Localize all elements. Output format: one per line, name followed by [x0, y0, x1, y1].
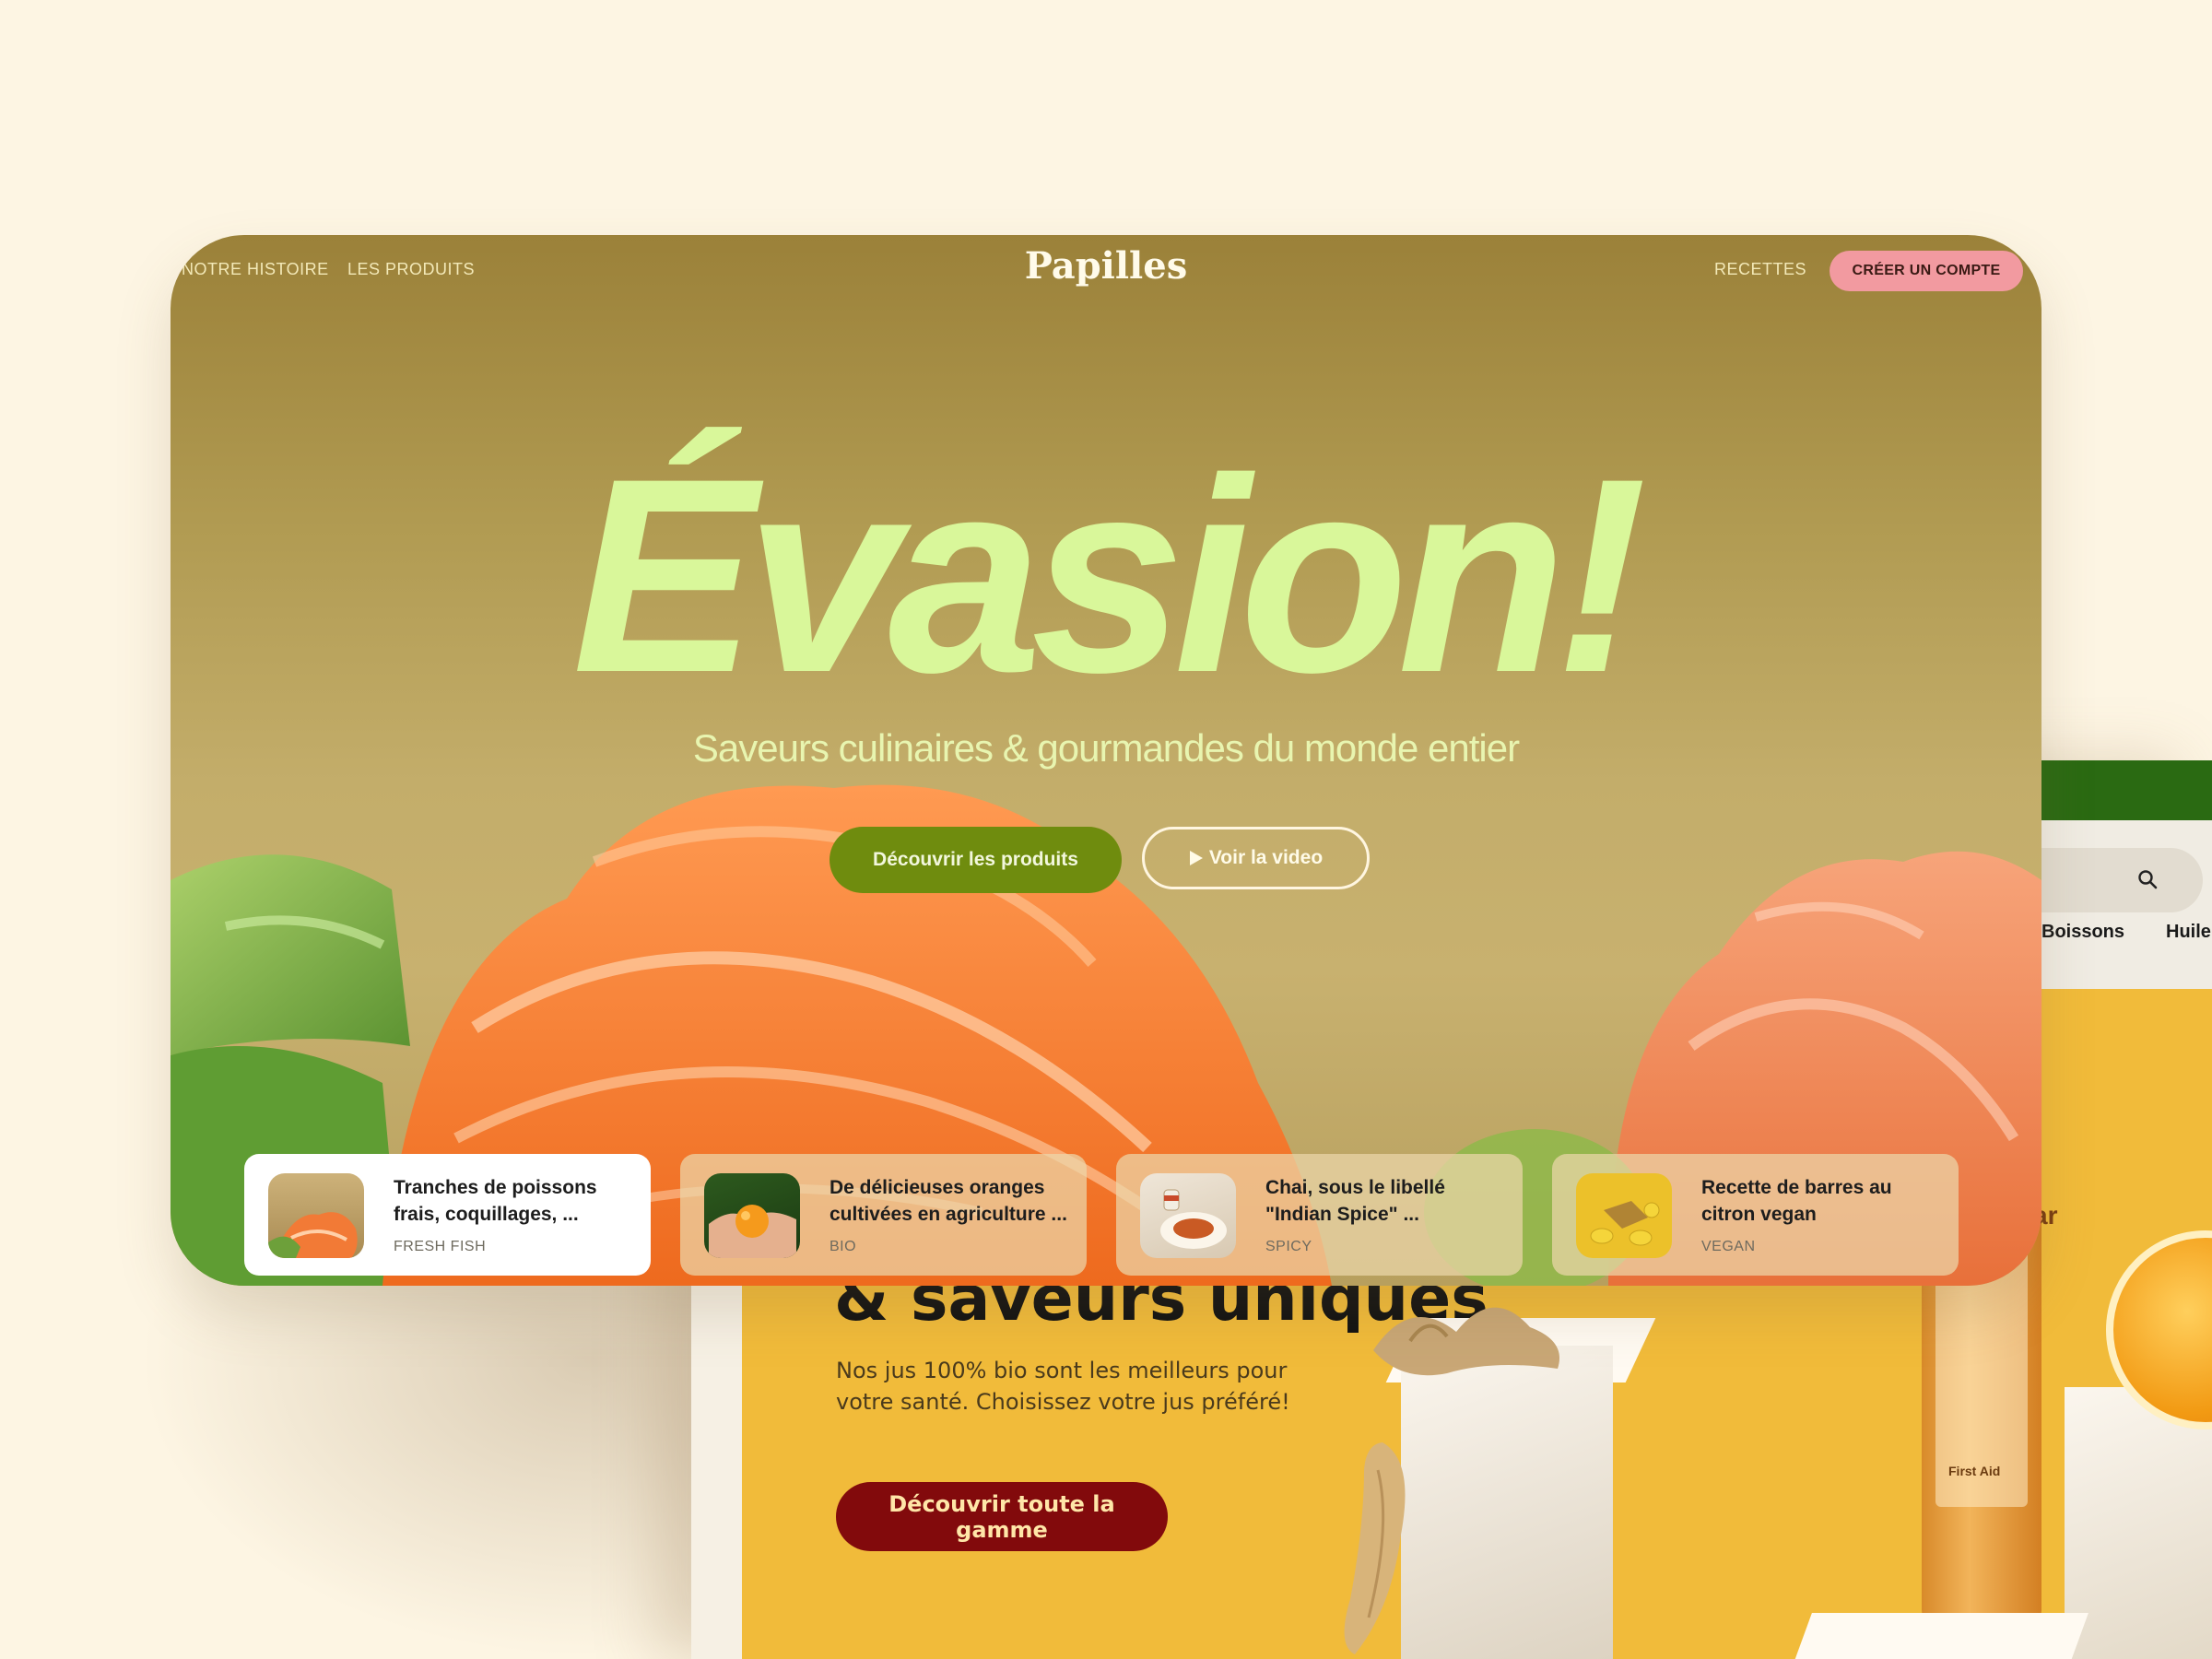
create-account-button[interactable]: CRÉER UN COMPTE: [1830, 251, 2023, 291]
orange-hands-image: [709, 1205, 796, 1258]
card-tag: VEGAN: [1701, 1239, 1756, 1254]
hero-headline-text: Évasion!: [572, 424, 1646, 700]
background-category-huile[interactable]: Huile: [2166, 922, 2211, 943]
fresh-fish-thumbnail: [268, 1173, 364, 1258]
background-category-boissons[interactable]: Boissons: [2041, 922, 2124, 943]
background-block-bottom: [1792, 1613, 2088, 1659]
nav-link-products[interactable]: LES PRODUITS: [347, 260, 475, 279]
watch-video-label: Voir la video: [1208, 847, 1324, 868]
hero-section: NOTRE HISTOIRE LES PRODUITS Papilles REC…: [171, 235, 2041, 1286]
product-card-fresh-fish[interactable]: Tranches de poissons frais, coquillages,…: [244, 1154, 651, 1276]
salmon-thumbnail-image: [268, 1212, 358, 1258]
vegan-thumbnail: [1576, 1173, 1672, 1258]
discover-products-button[interactable]: Découvrir les produits: [830, 827, 1122, 893]
hero-subtitle: Saveurs culinaires & gourmandes du monde…: [692, 726, 1520, 770]
background-description: Nos jus 100% bio sont les meilleurs pour…: [836, 1358, 1290, 1415]
watch-video-button[interactable]: Voir la video: [1142, 827, 1370, 889]
card-tag: FRESH FISH: [394, 1239, 487, 1254]
discover-range-button[interactable]: Découvrir toute la gamme: [836, 1482, 1168, 1551]
nav-link-our-story[interactable]: NOTRE HISTOIRE: [182, 260, 329, 279]
product-card-spicy[interactable]: Chai, sous le libellé "Indian Spice" ...…: [1116, 1154, 1523, 1276]
product-card-bio[interactable]: De délicieuses oranges cultivées en agri…: [680, 1154, 1087, 1276]
card-title: Tranches de poissons frais, coquillages,…: [394, 1177, 597, 1225]
play-icon: [1189, 851, 1203, 866]
card-title: Recette de barres au citron vegan: [1701, 1177, 1892, 1225]
search-icon[interactable]: [2136, 868, 2159, 890]
card-tag: BIO: [830, 1239, 857, 1254]
juice-bottle-label-text: First Aid: [1948, 1464, 2001, 1478]
hero-headline: Évasion!: [572, 424, 1657, 700]
spicy-thumbnail: [1140, 1173, 1236, 1258]
product-card-vegan[interactable]: Recette de barres au citron vegan VEGAN: [1552, 1154, 1959, 1276]
nav-link-recipes[interactable]: RECETTES: [1714, 260, 1806, 279]
bio-thumbnail: [704, 1173, 800, 1258]
card-title: Chai, sous le libellé "Indian Spice" ...: [1265, 1177, 1445, 1225]
card-title: De délicieuses oranges cultivées en agri…: [830, 1177, 1067, 1225]
brand-logo[interactable]: Papilles: [1009, 244, 1203, 288]
background-block: [1401, 1346, 1613, 1659]
ginger-root-image: [1373, 1307, 1559, 1376]
spice-plate-image: [1160, 1189, 1227, 1249]
card-tag: SPICY: [1265, 1239, 1312, 1254]
ginger-stick-image: [1344, 1442, 1406, 1654]
lemon-bars-image: [1590, 1201, 1660, 1246]
